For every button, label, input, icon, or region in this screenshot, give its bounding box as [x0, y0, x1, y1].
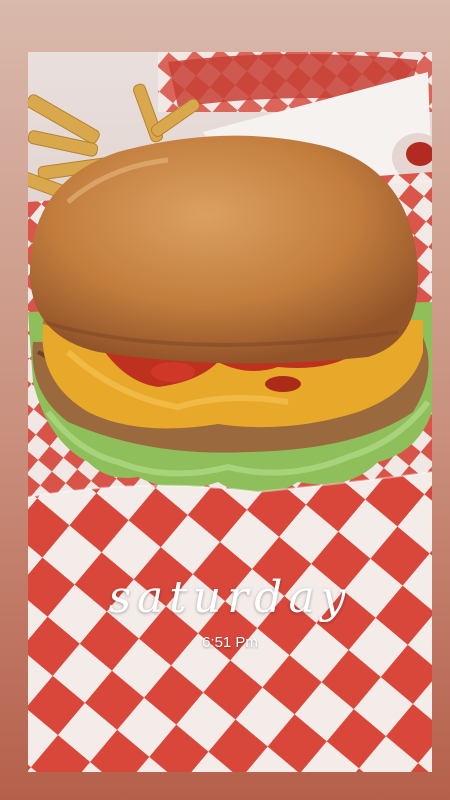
burger-photo	[28, 52, 432, 772]
story-card[interactable]: saturday 6:51 Pm	[28, 52, 432, 772]
time-overlay-text: 6:51 Pm	[202, 634, 258, 651]
day-overlay-text: saturday	[108, 572, 352, 623]
